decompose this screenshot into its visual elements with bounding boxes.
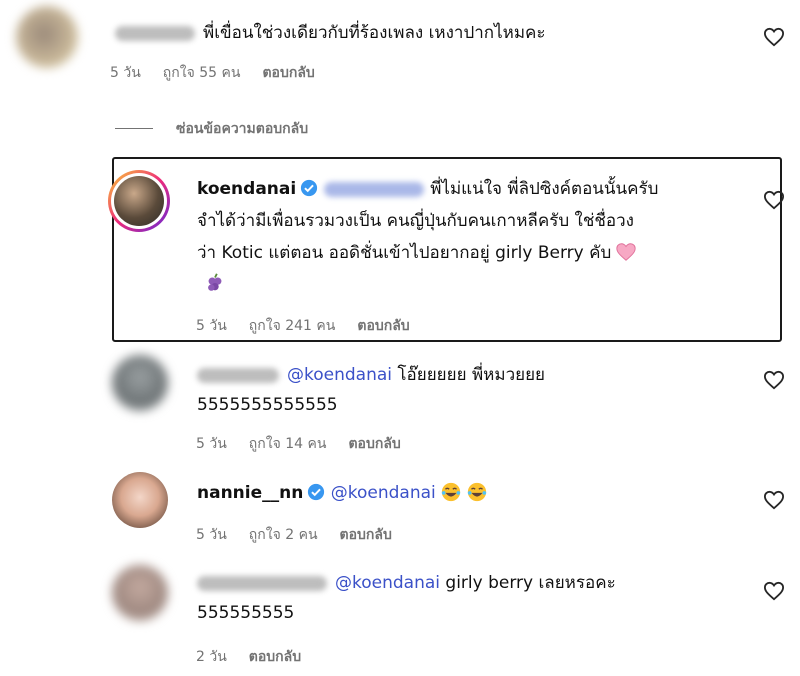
- comment-time: 5 วัน: [196, 436, 227, 452]
- username[interactable]: koendanai: [197, 179, 296, 199]
- heart-icon[interactable]: [763, 490, 785, 510]
- comment-time: 5 วัน: [196, 318, 227, 334]
- comment-time: 5 วัน: [110, 65, 141, 81]
- verified-badge-icon: [308, 483, 325, 501]
- mention-link[interactable]: @koendanai: [287, 365, 392, 385]
- laughing-emoji-icon: [467, 482, 486, 502]
- grapes-emoji-icon: [208, 273, 222, 291]
- like-count[interactable]: ถูกใจ 2 คน: [249, 527, 318, 543]
- avatar[interactable]: [16, 6, 78, 68]
- like-count[interactable]: ถูกใจ 241 คน: [249, 318, 336, 334]
- reply-button[interactable]: ตอบกลับ: [357, 318, 409, 334]
- mention-link[interactable]: @koendanai: [335, 573, 440, 593]
- reply-button[interactable]: ตอบกลับ: [340, 527, 392, 543]
- blurred-mention[interactable]: [324, 181, 425, 197]
- blurred-username[interactable]: [115, 25, 195, 41]
- heart-icon[interactable]: [763, 27, 785, 47]
- comment-text: girly berry เลยหรอคะ: [445, 573, 616, 593]
- blurred-username[interactable]: [197, 367, 279, 383]
- avatar[interactable]: [112, 355, 168, 411]
- verified-badge-icon: [301, 179, 318, 197]
- comment-item: nannie__nn @koendanai 5 วัน ถูกใจ 2 คน ตอบ…: [0, 470, 800, 550]
- comment-item: koendanai พี่ไม่แน่ใจ พี่ลิปซิงค์ตอนนั้นค…: [0, 160, 800, 340]
- comment-item: พี่เขื่อนใช่วงเดียวกับที่ร้องเพลง เหงาปา…: [0, 0, 800, 100]
- avatar[interactable]: [112, 565, 168, 621]
- username[interactable]: nannie__nn: [197, 483, 303, 503]
- comment-text-line-2: 555555555: [197, 603, 295, 623]
- blurred-username[interactable]: [197, 575, 327, 591]
- comment-text-line-3: ว่า Kotic แต่ตอน ออดิชั่นเข้าไปอยากอยู่ …: [197, 243, 612, 263]
- reply-button[interactable]: ตอบกลับ: [249, 649, 301, 665]
- mention-link[interactable]: @koendanai: [331, 483, 436, 503]
- avatar[interactable]: [112, 472, 168, 528]
- comment-text-line-1: พี่ไม่แน่ใจ พี่ลิปซิงค์ตอนนั้นครับ: [430, 179, 659, 199]
- avatar[interactable]: [108, 170, 170, 232]
- heart-emoji-icon: [616, 243, 636, 261]
- heart-icon[interactable]: [763, 581, 785, 601]
- reply-button[interactable]: ตอบกลับ: [262, 65, 314, 81]
- reply-button[interactable]: ตอบกลับ: [348, 436, 400, 452]
- like-count[interactable]: ถูกใจ 55 คน: [163, 65, 241, 81]
- comment-text-line-2: จำได้ว่ามีเพื่อนรวมวงเป็น คนญี่ปุ่นกับคน…: [197, 211, 634, 231]
- like-count[interactable]: ถูกใจ 14 คน: [249, 436, 327, 452]
- heart-icon[interactable]: [763, 370, 785, 390]
- comment-text-line-2: 5555555555555: [197, 395, 338, 415]
- divider-line: [115, 128, 153, 129]
- comment-item: @koendanai โอ๊ยยยยย พี่หมวยยย 5555555555…: [0, 350, 800, 460]
- hide-replies-button[interactable]: ซ่อนข้อความตอบกลับ: [176, 118, 308, 140]
- laughing-emoji-icon: [441, 482, 460, 502]
- comment-item: @koendanai girly berry เลยหรอคะ 55555555…: [0, 560, 800, 670]
- comment-time: 2 วัน: [196, 649, 227, 665]
- comment-time: 5 วัน: [196, 527, 227, 543]
- comment-text: พี่เขื่อนใช่วงเดียวกับที่ร้องเพลง เหงาปา…: [203, 23, 546, 43]
- heart-icon[interactable]: [763, 190, 785, 210]
- comment-text: โอ๊ยยยยย พี่หมวยยย: [397, 365, 546, 385]
